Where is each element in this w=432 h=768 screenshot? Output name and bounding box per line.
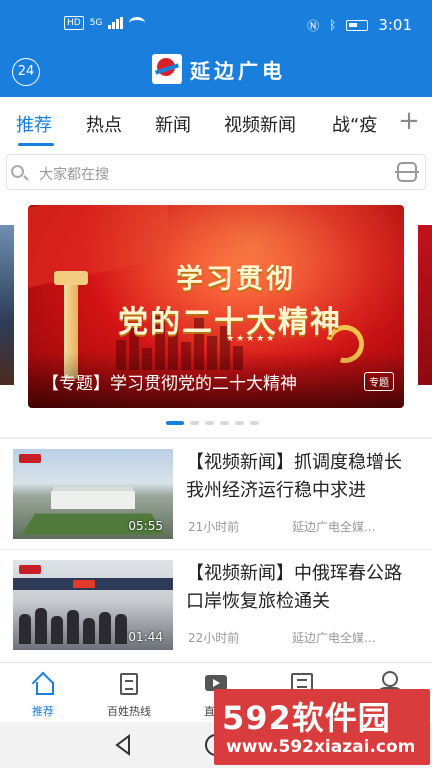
news-time: 21小时前 bbox=[188, 520, 240, 534]
news-title[interactable]: 【视频新闻】中俄珲春公路口岸恢复旅检通关 bbox=[186, 560, 418, 616]
status-bar: HD 5G Ⓝ ᛒ 3:01 bbox=[0, 14, 432, 40]
app-logo-icon bbox=[152, 54, 182, 84]
nfc-icon: Ⓝ bbox=[307, 18, 320, 33]
channel-logo-icon bbox=[19, 565, 41, 574]
thumb-signboard bbox=[13, 578, 173, 590]
home-icon bbox=[32, 673, 54, 695]
app-header: HD 5G Ⓝ ᛒ 3:01 24 延边广电 bbox=[0, 0, 432, 97]
next-banner-peek[interactable] bbox=[418, 225, 432, 385]
video-thumbnail[interactable]: 01:44 bbox=[13, 560, 173, 650]
watermark-url: www.592xiazai.com bbox=[226, 737, 416, 757]
category-tabs: 推荐 热点 新闻 视频新闻 战“疫 + bbox=[0, 97, 432, 149]
network-type: 5G bbox=[89, 18, 103, 28]
document-icon bbox=[120, 673, 138, 695]
search-input[interactable]: 大家都在搜 bbox=[6, 154, 426, 190]
carousel-dots bbox=[166, 421, 259, 425]
wifi-icon bbox=[129, 17, 146, 29]
news-title[interactable]: 【视频新闻】抓调度稳增长 我州经济运行稳中求进 bbox=[186, 449, 418, 505]
hd-badge: HD bbox=[64, 16, 84, 30]
video-duration: 01:44 bbox=[128, 630, 163, 644]
banner-slide[interactable]: 学习贯彻 党的二十大精神 ★★★★★ 【专题】学习贯彻党的二十大精神 专题 bbox=[28, 205, 404, 408]
carousel-dot[interactable] bbox=[220, 421, 229, 425]
search-row: 大家都在搜 bbox=[0, 149, 432, 195]
banner-tag: 专题 bbox=[364, 372, 394, 391]
prev-banner-peek[interactable] bbox=[0, 225, 14, 385]
list-item[interactable]: 01:44 【视频新闻】中俄珲春公路口岸恢复旅检通关 22小时前 延边广电全媒.… bbox=[0, 549, 432, 662]
thumb-people bbox=[19, 608, 127, 644]
banner-headline-line2: 党的二十大精神 bbox=[118, 305, 342, 340]
carousel-dot[interactable] bbox=[205, 421, 214, 425]
banner-stars: ★★★★★ bbox=[226, 334, 277, 344]
tab-hot[interactable]: 热点 bbox=[86, 111, 122, 137]
news-source: 延边广电全媒... bbox=[292, 520, 376, 534]
banner-caption: 【专题】学习贯彻党的二十大精神 bbox=[42, 374, 297, 394]
channel-logo-icon bbox=[19, 454, 41, 463]
signal-icon bbox=[108, 17, 124, 29]
carousel-dot[interactable] bbox=[235, 421, 244, 425]
scan-icon[interactable] bbox=[395, 162, 419, 182]
tab-news[interactable]: 新闻 bbox=[155, 111, 191, 137]
app-title: 延边广电 bbox=[190, 58, 286, 83]
add-tab-button[interactable]: + bbox=[394, 105, 424, 137]
bottom-tab-hotline[interactable]: 百姓热线 bbox=[86, 663, 172, 723]
search-placeholder: 大家都在搜 bbox=[39, 167, 109, 183]
video-duration: 05:55 bbox=[128, 519, 163, 533]
bluetooth-icon: ᛒ bbox=[329, 18, 337, 32]
tab-video-news[interactable]: 视频新闻 bbox=[224, 111, 296, 137]
status-time: 3:01 bbox=[378, 16, 412, 34]
battery-icon bbox=[346, 19, 369, 31]
news-time: 22小时前 bbox=[188, 631, 240, 645]
list-item[interactable]: 05:55 【视频新闻】抓调度稳增长 我州经济运行稳中求进 21小时前 延边广电… bbox=[0, 439, 432, 549]
tab-epidemic[interactable]: 战“疫 bbox=[332, 111, 377, 137]
back-icon[interactable] bbox=[114, 734, 132, 756]
watermark-main: 592软件园 bbox=[222, 699, 391, 737]
carousel-dot[interactable] bbox=[166, 421, 184, 425]
status-right: Ⓝ ᛒ 3:01 bbox=[307, 16, 412, 34]
bottom-tab-recommend[interactable]: 推荐 bbox=[0, 663, 86, 723]
tab-fade bbox=[374, 97, 394, 149]
watermark: 592软件园 www.592xiazai.com bbox=[214, 689, 430, 765]
bottom-tab-label: 推荐 bbox=[32, 705, 54, 718]
brand: 延边广电 bbox=[152, 54, 286, 84]
video-thumbnail[interactable]: 05:55 bbox=[13, 449, 173, 539]
search-icon bbox=[11, 165, 24, 178]
badge-24-icon[interactable]: 24 bbox=[12, 58, 40, 86]
tab-recommend[interactable]: 推荐 bbox=[16, 111, 52, 137]
active-tab-indicator bbox=[18, 143, 54, 146]
banner-carousel: 学习贯彻 党的二十大精神 ★★★★★ 【专题】学习贯彻党的二十大精神 专题 bbox=[0, 195, 432, 437]
banner-headline-line1: 学习贯彻 bbox=[176, 264, 296, 295]
news-source: 延边广电全媒... bbox=[292, 631, 376, 645]
carousel-dot[interactable] bbox=[250, 421, 259, 425]
thumb-building bbox=[51, 491, 135, 509]
bottom-tab-label: 百姓热线 bbox=[107, 705, 151, 718]
status-left: HD 5G bbox=[64, 16, 146, 30]
carousel-dot[interactable] bbox=[190, 421, 199, 425]
